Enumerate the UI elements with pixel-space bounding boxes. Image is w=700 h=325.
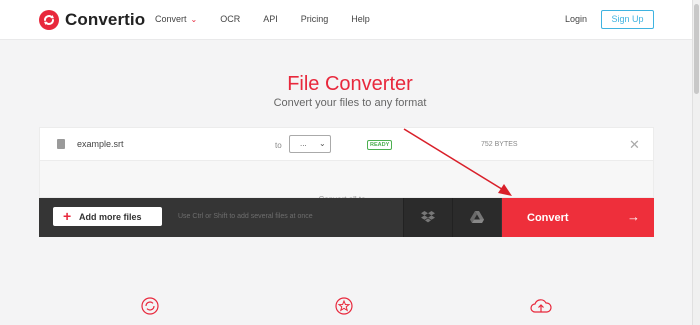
scrollbar-thumb[interactable] [694,4,699,94]
sync-icon [141,297,159,315]
cloud-upload-icon [530,299,552,313]
annotation-arrow [403,128,512,196]
page-scrollbar[interactable] [692,0,700,325]
star-icon [335,297,353,315]
